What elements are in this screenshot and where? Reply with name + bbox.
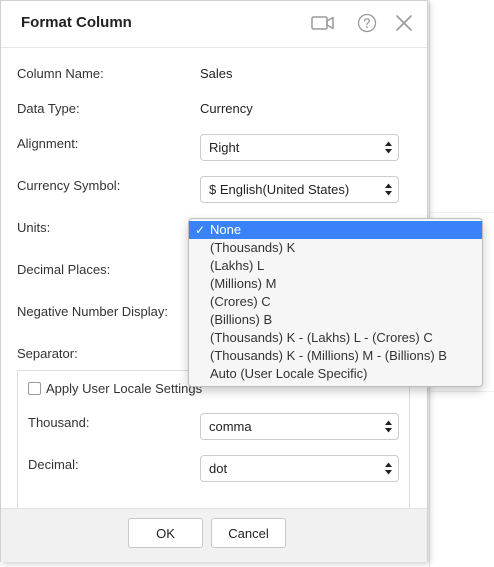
units-option-thousands-lakhs-crores[interactable]: (Thousands) K - (Lakhs) L - (Crores) C: [189, 329, 482, 347]
decimal-separator-value: dot: [209, 461, 228, 476]
ok-button[interactable]: OK: [128, 518, 203, 548]
alignment-select-value: Right: [209, 140, 240, 155]
decimal-label: Decimal:: [28, 457, 79, 472]
apply-user-locale-checkbox[interactable]: [28, 382, 41, 395]
units-option-lakhs[interactable]: (Lakhs) L: [189, 257, 482, 275]
thousand-separator-value: comma: [209, 419, 252, 434]
decimal-places-label: Decimal Places:: [17, 262, 111, 277]
background-gridline: [430, 212, 494, 213]
apply-user-locale-label[interactable]: Apply User Locale Settings: [46, 381, 202, 396]
units-option-thousands-millions-billions[interactable]: (Thousands) K - (Millions) M - (Billions…: [189, 347, 482, 365]
question-circle-icon[interactable]: [356, 12, 378, 34]
dialog-footer: OK Cancel: [1, 508, 427, 562]
units-option-auto[interactable]: Auto (User Locale Specific): [189, 365, 482, 383]
units-option-millions[interactable]: (Millions) M: [189, 275, 482, 293]
units-label: Units:: [17, 220, 51, 235]
units-option-label: None: [210, 222, 242, 237]
dialog-header: Format Column: [1, 1, 427, 48]
currency-symbol-select-value: $ English(United States): [209, 182, 350, 197]
negative-number-display-label: Negative Number Display:: [17, 304, 169, 319]
column-name-label: Column Name:: [17, 66, 104, 81]
cancel-button[interactable]: Cancel: [211, 518, 286, 548]
checkmark-icon: ✓: [195, 223, 206, 237]
column-name-value: Sales: [200, 66, 233, 81]
alignment-select[interactable]: Right: [200, 134, 399, 161]
thousand-label: Thousand:: [28, 415, 90, 430]
units-option-none[interactable]: ✓ None: [189, 221, 482, 239]
decimal-separator-select[interactable]: dot: [200, 455, 399, 482]
units-option-billions[interactable]: (Billions) B: [189, 311, 482, 329]
units-option-thousands[interactable]: (Thousands) K: [189, 239, 482, 257]
data-type-value: Currency: [200, 101, 253, 116]
currency-symbol-select[interactable]: $ English(United States): [200, 176, 399, 203]
video-camera-icon[interactable]: [311, 12, 335, 34]
separator-label: Separator:: [17, 346, 78, 361]
select-arrows-icon: [385, 141, 392, 154]
units-option-crores[interactable]: (Crores) C: [189, 293, 482, 311]
close-icon[interactable]: [394, 12, 414, 34]
background-gridline: [430, 391, 494, 392]
units-dropdown-menu: ✓ None (Thousands) K (Lakhs) L (Millions…: [188, 218, 483, 387]
screen: Format Column Column Name: Sales Data Ty…: [0, 0, 494, 567]
alignment-label: Alignment:: [17, 136, 79, 151]
currency-symbol-label: Currency Symbol:: [17, 178, 121, 193]
data-type-label: Data Type:: [17, 101, 80, 116]
select-arrows-icon: [385, 462, 392, 475]
select-arrows-icon: [385, 183, 392, 196]
dialog-title: Format Column: [21, 14, 132, 31]
thousand-separator-select[interactable]: comma: [200, 413, 399, 440]
select-arrows-icon: [385, 420, 392, 433]
